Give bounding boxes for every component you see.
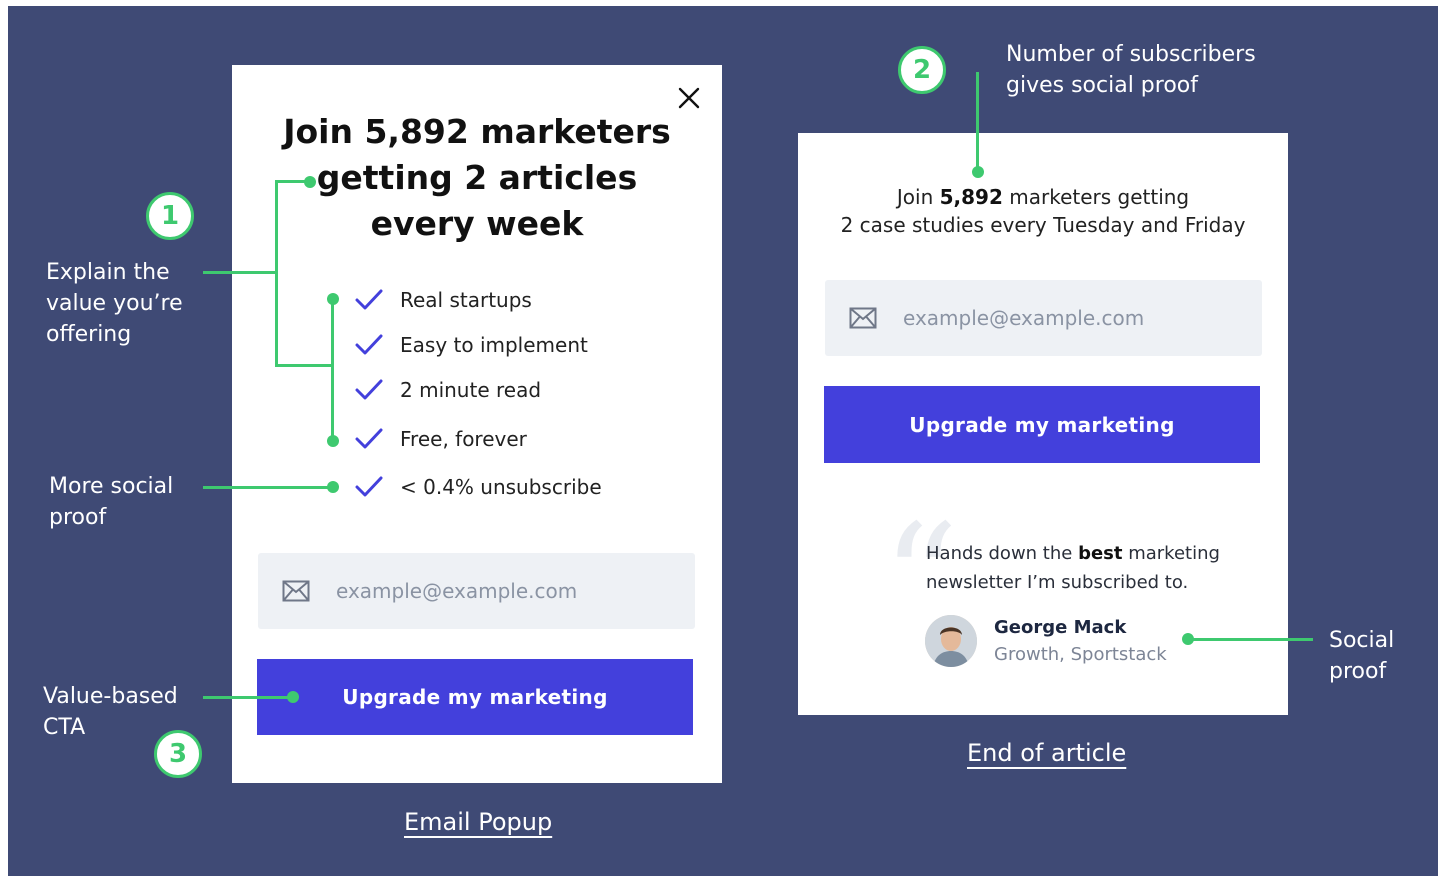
check-icon (355, 379, 383, 400)
check-icon (355, 334, 383, 355)
quote-line-2: newsletter I’m subscribed to. (926, 572, 1189, 593)
checklist-item: Real startups (354, 285, 532, 315)
subscribers-note: Number of subscribers gives social proof (1006, 42, 1256, 98)
intro-prefix: Join (896, 185, 940, 209)
social-proof-note: Social proof (1329, 628, 1395, 684)
end-of-article-caption: End of article (967, 739, 1127, 767)
connector-line (275, 364, 333, 367)
end-of-article-card: Join 5,892 marketers getting 2 case stud… (798, 133, 1288, 715)
article-intro: Join 5,892 marketers getting 2 case stud… (798, 183, 1288, 239)
mail-icon (282, 580, 310, 602)
connector-line (976, 72, 979, 172)
checklist-item-label: Real startups (400, 288, 532, 312)
badge-1: 1 (146, 192, 194, 240)
popup-email-field[interactable] (258, 553, 695, 629)
connector-dot (304, 176, 316, 188)
popup-email-input[interactable] (334, 578, 658, 604)
quote-post: marketing (1122, 543, 1220, 564)
checklist-item-label: Free, forever (400, 427, 527, 451)
check-icon (355, 476, 383, 497)
badge-2: 2 (898, 46, 946, 94)
article-email-input[interactable] (901, 305, 1225, 331)
connector-dot (972, 166, 984, 178)
popup-checklist: Real startups Easy to implement 2 minute… (354, 285, 654, 515)
intro-line-2: 2 case studies every Tuesday and Friday (840, 213, 1246, 237)
connector-line (203, 271, 277, 274)
explain-value-note: Explain the value you’re offering (46, 260, 183, 347)
article-email-field[interactable] (825, 280, 1262, 356)
more-social-proof-note: More social proof (49, 474, 174, 530)
checklist-item-label: < 0.4% unsubscribe (400, 475, 602, 499)
author-role: Growth, Sportstack (994, 644, 1167, 665)
connector-dot (327, 293, 339, 305)
connector-dot (327, 435, 339, 447)
checklist-item: 2 minute read (354, 375, 541, 405)
connector-dot (1182, 633, 1194, 645)
checklist-item: Free, forever (354, 424, 527, 454)
check-icon (355, 428, 383, 449)
quote-pre: Hands down the (926, 543, 1079, 564)
connector-line (1188, 638, 1313, 641)
intro-suffix: marketers getting (1002, 185, 1190, 209)
connector-dot (287, 691, 299, 703)
quote-bold: best (1078, 543, 1123, 564)
mail-icon (849, 307, 877, 329)
checklist-item: < 0.4% unsubscribe (354, 472, 602, 502)
popup-upgrade-button[interactable]: Upgrade my marketing (257, 659, 693, 735)
check-icon (355, 289, 383, 310)
connector-dot (327, 481, 339, 493)
email-popup-card: Join 5,892 marketers getting 2 articles … (232, 65, 722, 783)
checklist-item-label: 2 minute read (400, 378, 542, 402)
badge-3: 3 (154, 730, 202, 778)
value-cta-note: Value-based CTA (43, 684, 178, 740)
article-upgrade-button[interactable]: Upgrade my marketing (824, 386, 1260, 463)
checklist-item: Easy to implement (354, 330, 588, 360)
subscriber-count: 5,892 (939, 185, 1003, 209)
email-popup-caption: Email Popup (404, 808, 553, 836)
checklist-item-label: Easy to implement (400, 333, 588, 357)
testimonial-quote: Hands down the best marketing newsletter… (926, 539, 1246, 597)
connector-line (203, 486, 331, 489)
slide-background: Join 5,892 marketers getting 2 articles … (8, 6, 1438, 876)
connector-line (203, 696, 293, 699)
avatar (925, 615, 977, 667)
connector-line (331, 298, 334, 441)
connector-line (275, 180, 278, 366)
author-name: George Mack (994, 617, 1127, 638)
